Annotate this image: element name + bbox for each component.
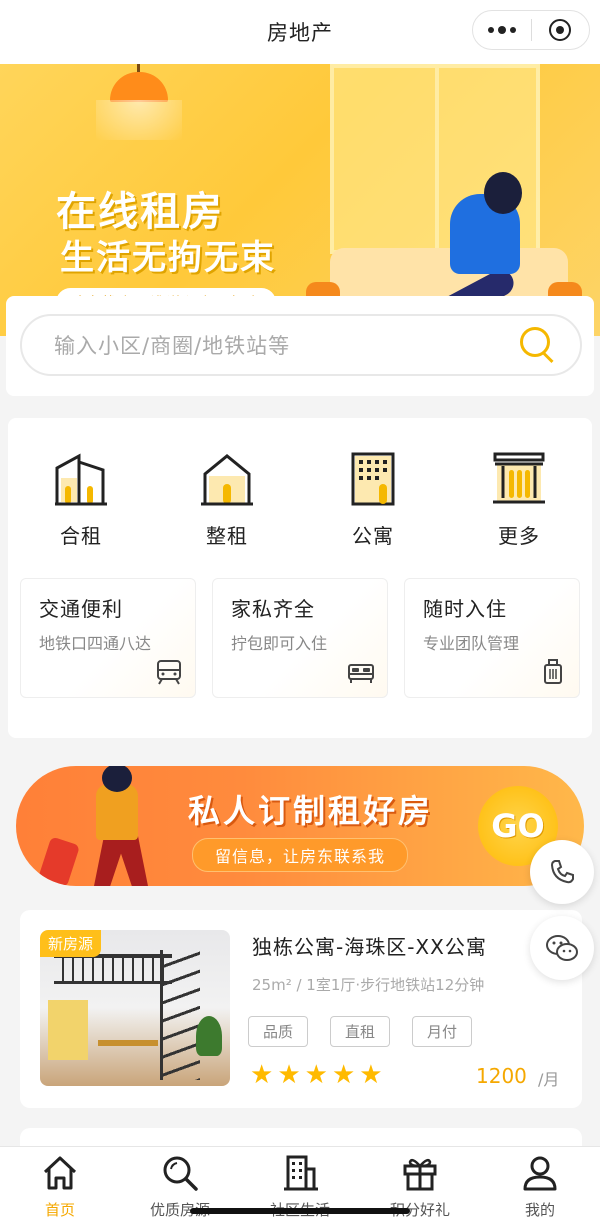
rating-stars: ★ ★ ★ ★ ★ — [250, 1062, 383, 1088]
feature-title: 随时入住 — [423, 597, 507, 621]
feature-card-transport[interactable]: 交通便利 地铁口四通八达 — [20, 578, 196, 698]
listing-photo: 新房源 — [40, 930, 230, 1086]
tab-home[interactable]: 首页 — [0, 1147, 120, 1224]
custom-rent-promo[interactable]: 私人订制租好房 留信息，让房东联系我 GO — [16, 766, 584, 886]
desk — [98, 1040, 158, 1046]
gift-icon — [403, 1158, 437, 1191]
feature-subtitle: 专业团队管理 — [423, 634, 520, 653]
building-icon — [284, 1155, 318, 1191]
star-icon: ★ — [331, 1060, 356, 1090]
walker-pants — [94, 832, 148, 886]
feature-card-move-in[interactable]: 随时入住 专业团队管理 — [404, 578, 580, 698]
tab-label: 我的 — [524, 1201, 555, 1219]
new-listing-badge: 新房源 — [40, 930, 102, 957]
category-label: 整租 — [206, 524, 248, 548]
lamp-light — [96, 100, 182, 140]
slogan-line-2: 生活无拘无束 — [60, 238, 276, 278]
bed-icon — [348, 664, 374, 683]
phone-icon — [550, 860, 574, 884]
category-more[interactable]: 更多 — [446, 448, 592, 549]
star-icon: ★ — [277, 1060, 301, 1090]
columns-building-icon — [493, 452, 545, 504]
more-dots-icon — [487, 25, 516, 34]
category-whole-rent[interactable]: 整租 — [154, 448, 300, 549]
listing-tags: 品质 直租 月付 — [248, 1016, 473, 1047]
category-label: 合租 — [60, 524, 102, 548]
search-input[interactable]: 输入小区/商圈/地铁站等 — [20, 314, 582, 376]
listing-tag: 月付 — [412, 1016, 473, 1047]
user-icon — [523, 1156, 557, 1191]
lamp-illustration — [110, 72, 168, 102]
feature-title: 家私齐全 — [231, 597, 315, 621]
miniprogram-capsule — [472, 10, 590, 50]
home-icon — [43, 1156, 77, 1190]
train-icon — [157, 660, 181, 685]
listing-tag: 品质 — [248, 1016, 309, 1047]
feature-card-furnished[interactable]: 家私齐全 拧包即可入住 — [212, 578, 388, 698]
loft-stairs — [160, 950, 200, 1080]
close-miniprogram-button[interactable] — [532, 11, 590, 49]
promo-title: 私人订制租好房 — [188, 792, 434, 830]
wechat-float-button[interactable] — [530, 916, 594, 980]
tab-label: 首页 — [44, 1201, 75, 1219]
walking-girl-illustration — [96, 784, 138, 840]
promo-subtitle[interactable]: 留信息，让房东联系我 — [192, 838, 409, 872]
slogan-line-1: 在线租房 — [56, 188, 224, 235]
plant — [196, 1016, 222, 1056]
star-icon: ★ — [304, 1060, 328, 1090]
title-bar: 房地产 — [0, 0, 600, 64]
page-title: 房地产 — [267, 21, 333, 45]
search-icon[interactable] — [518, 325, 558, 365]
price-unit: /月 — [538, 1070, 560, 1089]
category-label: 公寓 — [352, 524, 394, 548]
phone-float-button[interactable] — [530, 840, 594, 904]
search-placeholder: 输入小区/商圈/地铁站等 — [54, 334, 291, 358]
category-label: 更多 — [498, 524, 540, 548]
category-row: 合租 整租 公寓 更多 — [8, 448, 592, 549]
category-card: 合租 整租 公寓 更多 交通便利 地铁口四通八达 家私齐全 拧包即可入住 随时入… — [8, 418, 592, 738]
shared-building-icon — [55, 453, 107, 506]
category-apartment[interactable]: 公寓 — [300, 448, 446, 549]
target-icon — [549, 19, 572, 41]
suitcase-illustration — [37, 836, 81, 886]
listing-price: 1200 — [476, 1064, 527, 1088]
search-card: 输入小区/商圈/地铁站等 — [6, 296, 594, 396]
listing-meta: 25m² / 1室1厅·步行地铁站12分钟 — [252, 976, 485, 994]
category-shared-rent[interactable]: 合租 — [8, 448, 154, 549]
loft-railing — [54, 954, 172, 984]
star-icon: ★ — [359, 1060, 383, 1090]
feature-row: 交通便利 地铁口四通八达 家私齐全 拧包即可入住 随时入住 专业团队管理 — [20, 578, 580, 698]
luggage-icon — [544, 659, 562, 684]
more-button[interactable] — [473, 11, 531, 49]
house-icon — [201, 454, 253, 506]
feature-title: 交通便利 — [39, 597, 123, 621]
bookshelf — [48, 1000, 88, 1060]
feature-subtitle: 拧包即可入住 — [231, 634, 328, 653]
listing-tag: 直租 — [330, 1016, 391, 1047]
home-indicator — [190, 1208, 410, 1214]
feature-subtitle: 地铁口四通八达 — [39, 634, 152, 653]
listing-card[interactable]: 新房源 独栋公寓-海珠区-XX公寓 25m² / 1室1厅·步行地铁站12分钟 … — [20, 910, 582, 1108]
star-icon: ★ — [250, 1060, 274, 1090]
listing-name: 独栋公寓-海珠区-XX公寓 — [252, 935, 487, 959]
wechat-icon — [546, 935, 578, 961]
girl-head — [484, 172, 522, 214]
tab-profile[interactable]: 我的 — [480, 1147, 600, 1224]
apartment-icon — [351, 452, 395, 506]
search-icon — [163, 1156, 198, 1191]
